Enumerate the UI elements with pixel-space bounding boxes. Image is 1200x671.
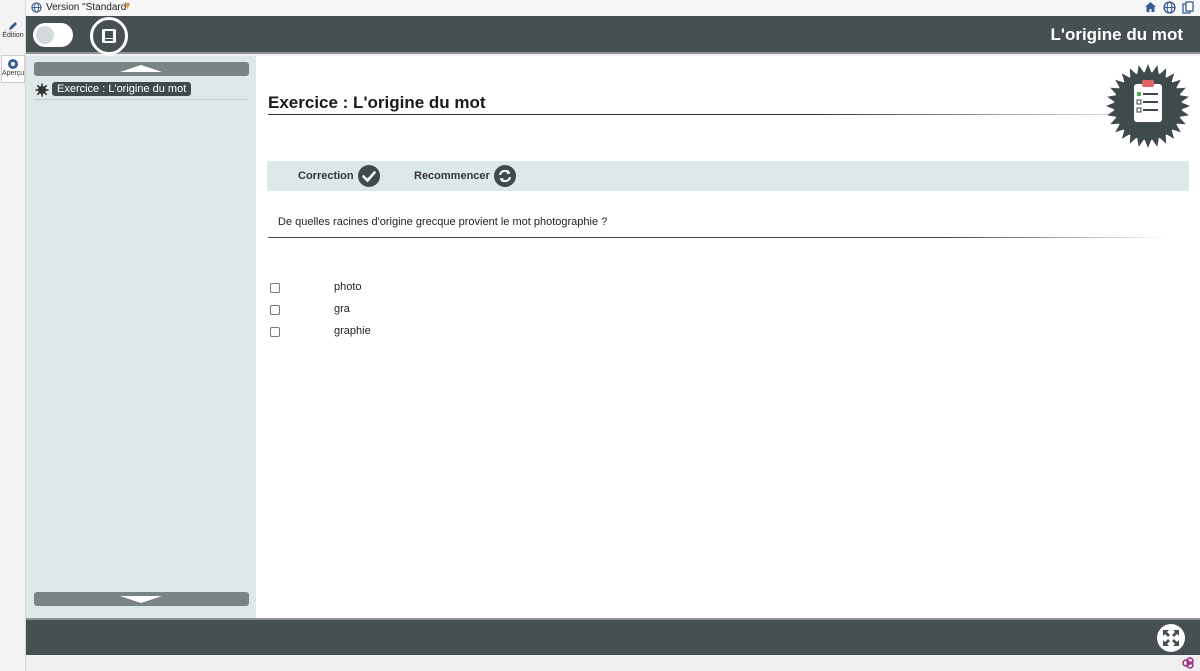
scroll-down-button[interactable]	[34, 592, 249, 606]
restart-button[interactable]: Recommencer	[414, 164, 517, 188]
arrow-down-icon	[120, 596, 162, 603]
app-title: L'origine du mot	[1050, 25, 1183, 44]
brand-logo-icon	[1182, 657, 1194, 669]
question-text: De quelles racines d'origine grecque pro…	[278, 216, 608, 228]
action-bar: Correction Recommencer	[267, 161, 1189, 191]
book-icon	[102, 29, 116, 43]
check-circle-icon	[357, 165, 380, 187]
correction-label: Correction	[298, 170, 354, 182]
answer-label: gra	[334, 303, 350, 315]
answer-label: photo	[334, 281, 362, 293]
theme-toggle[interactable]	[33, 23, 73, 47]
version-caret-icon[interactable]: ▼	[123, 1, 132, 11]
outline-item[interactable]: Exercice : L'origine du mot	[34, 81, 248, 100]
version-bar: Version "Standard" ▼	[26, 0, 1200, 16]
answer-label: graphie	[334, 325, 371, 337]
preview-icon	[8, 59, 18, 69]
book-button[interactable]	[90, 17, 128, 55]
version-selector[interactable]: Version "Standard"	[46, 2, 130, 13]
refresh-icon	[493, 165, 516, 187]
apercu-label: Aperçu	[2, 70, 25, 77]
main-content: Exercice : L'origine du mot Correction R…	[256, 56, 1200, 618]
checklist-badge-icon	[1106, 64, 1190, 148]
edition-label: Édition	[2, 32, 24, 39]
fullscreen-icon[interactable]	[1156, 623, 1186, 653]
answer-checkbox[interactable]	[270, 283, 280, 293]
apercu-tool[interactable]: Aperçu	[1, 55, 25, 83]
scroll-up-button[interactable]	[34, 62, 249, 76]
outline-panel: Exercice : L'origine du mot	[26, 56, 256, 618]
top-right-icons	[1144, 1, 1194, 14]
toggle-knob	[36, 26, 54, 44]
answer-checkbox[interactable]	[270, 305, 280, 315]
outline-item-label[interactable]: Exercice : L'origine du mot	[52, 82, 192, 96]
side-toolbar: Édition Aperçu	[0, 0, 26, 671]
app-header: L'origine du mot	[26, 16, 1200, 55]
title-divider	[268, 114, 1168, 115]
exercise-gear-icon	[35, 83, 49, 97]
correction-button[interactable]: Correction	[298, 164, 381, 188]
arrow-up-icon	[120, 65, 162, 72]
app-footer	[26, 618, 1200, 655]
globe-icon	[31, 2, 42, 13]
globe-icon[interactable]	[1163, 1, 1176, 14]
question-divider	[268, 237, 1168, 238]
status-bar	[26, 655, 1200, 671]
pen-icon	[9, 22, 17, 30]
copy-icon[interactable]	[1182, 1, 1194, 14]
exercise-title: Exercice : L'origine du mot	[268, 93, 486, 112]
answer-checkbox[interactable]	[270, 327, 280, 337]
home-icon[interactable]	[1144, 1, 1157, 13]
edition-tool[interactable]: Édition	[1, 18, 25, 46]
restart-label: Recommencer	[414, 170, 490, 182]
